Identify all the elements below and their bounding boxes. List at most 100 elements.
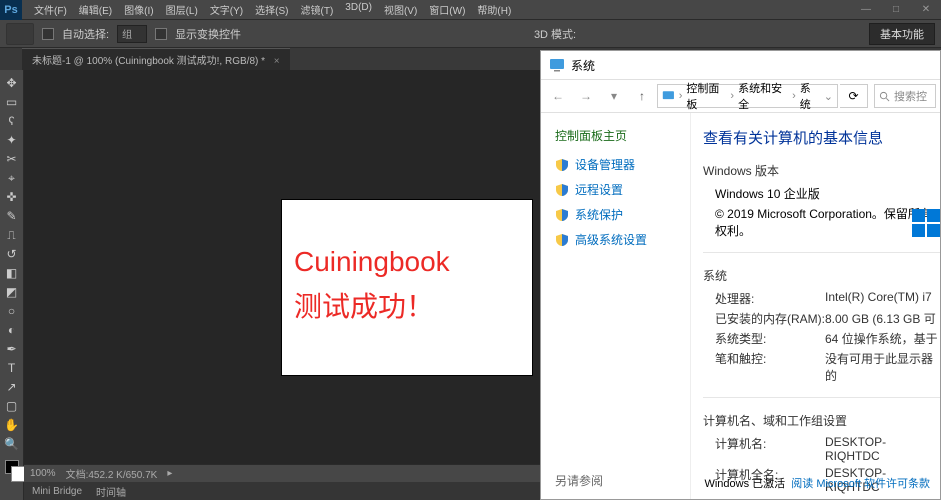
- copyright: © 2019 Microsoft Corporation。保留所有权利。: [715, 205, 940, 239]
- menu-edit[interactable]: 编辑(E): [73, 0, 118, 19]
- system-head: 系统: [703, 267, 940, 284]
- menu-filter[interactable]: 滤镜(T): [295, 0, 340, 19]
- ps-window-buttons: ― □ ✕: [851, 0, 941, 20]
- crop-tool[interactable]: ✂: [2, 150, 22, 168]
- lasso-tool[interactable]: ʕ: [2, 112, 22, 130]
- forward-button[interactable]: →: [573, 83, 599, 109]
- menu-select[interactable]: 选择(S): [249, 0, 294, 19]
- shield-icon: [555, 208, 569, 222]
- search-input[interactable]: 搜索控: [874, 84, 936, 108]
- system-toolbar: ← → ▾ ↑ › 控制面板 › 系统和安全 › 系统 ⌄ ⟳ 搜索控: [541, 79, 940, 113]
- sidebar-head[interactable]: 控制面板主页: [555, 127, 680, 144]
- up-button[interactable]: ↑: [629, 83, 655, 109]
- tab-timeline[interactable]: 时间轴: [96, 484, 126, 499]
- stamp-tool[interactable]: ⎍: [2, 226, 22, 244]
- ps-logo: Ps: [0, 0, 22, 20]
- ps-menubar: 文件(F) 编辑(E) 图像(I) 图层(L) 文字(Y) 选择(S) 滤镜(T…: [28, 0, 517, 19]
- autoselect-checkbox[interactable]: [42, 28, 54, 40]
- addr-system-icon: [662, 89, 675, 103]
- maximize-button[interactable]: □: [881, 0, 911, 20]
- eyedropper-tool[interactable]: ⌖: [2, 169, 22, 187]
- menu-window[interactable]: 窗口(W): [423, 0, 471, 19]
- system-body: 控制面板主页 设备管理器 远程设置 系统保护 高级系统设置 另请参阅 查看有关计…: [541, 113, 940, 499]
- see-also-label: 另请参阅: [555, 472, 603, 489]
- document-tab-label: 未标题-1 @ 100% (Cuiningbook 测试成功!, RGB/8) …: [32, 56, 265, 67]
- page-heading: 查看有关计算机的基本信息: [703, 127, 940, 148]
- autoselect-label: 自动选择:: [62, 26, 109, 42]
- sidebar-device-manager[interactable]: 设备管理器: [555, 156, 680, 173]
- system-sidebar: 控制面板主页 设备管理器 远程设置 系统保护 高级系统设置 另请参阅: [541, 113, 691, 499]
- zoom-level[interactable]: 100%: [30, 468, 56, 479]
- menu-file[interactable]: 文件(F): [28, 0, 73, 19]
- system-icon: [549, 57, 565, 73]
- type-tool[interactable]: T: [2, 359, 22, 377]
- search-placeholder: 搜索控: [894, 88, 927, 104]
- system-titlebar: 系统: [541, 51, 940, 79]
- brush-tool[interactable]: ✎: [2, 207, 22, 225]
- back-button[interactable]: ←: [545, 83, 571, 109]
- activation-status: Windows 已激活 阅读 Microsoft 软件许可条款: [704, 475, 930, 491]
- dodge-tool[interactable]: ◐: [2, 321, 22, 339]
- canvas-text-layer: Cuiningbook 测试成功！: [294, 240, 450, 330]
- windows-logo-icon: [912, 209, 940, 237]
- sidebar-remote-settings[interactable]: 远程设置: [555, 181, 680, 198]
- computername-head: 计算机名、域和工作组设置: [703, 412, 940, 429]
- document-canvas[interactable]: Cuiningbook 测试成功！: [282, 200, 532, 375]
- menu-3d[interactable]: 3D(D): [339, 0, 378, 19]
- section-edition: Windows 版本 Windows 10 企业版 © 2019 Microso…: [703, 162, 940, 253]
- workspace-switcher[interactable]: 基本功能: [869, 23, 935, 45]
- minimize-button[interactable]: ―: [851, 0, 881, 20]
- hand-tool[interactable]: ✋: [2, 416, 22, 434]
- menu-help[interactable]: 帮助(H): [471, 0, 517, 19]
- row-pen-touch: 笔和触控:没有可用于此显示器的: [715, 350, 940, 384]
- document-tab[interactable]: 未标题-1 @ 100% (Cuiningbook 测试成功!, RGB/8) …: [22, 48, 290, 70]
- show-transform-label: 显示变换控件: [175, 26, 241, 42]
- menu-view[interactable]: 视图(V): [378, 0, 423, 19]
- color-swatch[interactable]: [5, 460, 19, 474]
- mode3d-label: 3D 模式:: [534, 26, 576, 42]
- edition-name: Windows 10 企业版: [715, 185, 940, 202]
- show-transform-checkbox[interactable]: [155, 28, 167, 40]
- menu-layer[interactable]: 图层(L): [160, 0, 204, 19]
- license-terms-link[interactable]: 阅读 Microsoft 软件许可条款: [791, 478, 930, 490]
- shield-icon: [555, 158, 569, 172]
- eraser-tool[interactable]: ◧: [2, 264, 22, 282]
- ps-toolbox: ✥ ▭ ʕ ✦ ✂ ⌖ ✜ ✎ ⎍ ↺ ◧ ◩ ○ ◐ ✒ T ↗ ▢ ✋ 🔍: [0, 70, 24, 500]
- wand-tool[interactable]: ✦: [2, 131, 22, 149]
- breadcrumb-3[interactable]: 系统: [800, 80, 820, 112]
- breadcrumb-2[interactable]: 系统和安全: [738, 80, 788, 112]
- activation-text: Windows 已激活: [704, 478, 785, 490]
- zoom-tool[interactable]: 🔍: [2, 435, 22, 453]
- refresh-button[interactable]: ⟳: [840, 84, 868, 108]
- close-tab-icon[interactable]: ×: [274, 56, 280, 67]
- row-processor: 处理器:Intel(R) Core(TM) i7: [715, 290, 940, 307]
- sidebar-advanced-settings[interactable]: 高级系统设置: [555, 231, 680, 248]
- marquee-tool[interactable]: ▭: [2, 93, 22, 111]
- row-description: 计算机描述:: [715, 497, 940, 499]
- address-bar[interactable]: › 控制面板 › 系统和安全 › 系统 ⌄: [657, 84, 838, 108]
- autoselect-dropdown[interactable]: 组: [117, 25, 147, 43]
- system-content: 查看有关计算机的基本信息 Windows 版本 Windows 10 企业版 ©…: [691, 113, 940, 499]
- sidebar-system-protection[interactable]: 系统保护: [555, 206, 680, 223]
- heal-tool[interactable]: ✜: [2, 188, 22, 206]
- move-tool-icon[interactable]: [6, 23, 34, 45]
- tab-minibridge[interactable]: Mini Bridge: [32, 486, 82, 497]
- search-icon: [879, 91, 890, 102]
- status-arrow-icon[interactable]: ▸: [167, 468, 172, 479]
- pen-tool[interactable]: ✒: [2, 340, 22, 358]
- shield-icon: [555, 183, 569, 197]
- row-computer-name: 计算机名:DESKTOP-RIQHTDC: [715, 435, 940, 463]
- menu-type[interactable]: 文字(Y): [204, 0, 249, 19]
- path-tool[interactable]: ↗: [2, 378, 22, 396]
- gradient-tool[interactable]: ◩: [2, 283, 22, 301]
- move-tool[interactable]: ✥: [2, 74, 22, 92]
- blur-tool[interactable]: ○: [2, 302, 22, 320]
- shape-tool[interactable]: ▢: [2, 397, 22, 415]
- menu-image[interactable]: 图像(I): [118, 0, 159, 19]
- breadcrumb-1[interactable]: 控制面板: [686, 80, 726, 112]
- close-button[interactable]: ✕: [911, 0, 941, 20]
- recent-dropdown-icon[interactable]: ▾: [601, 83, 627, 109]
- history-brush-tool[interactable]: ↺: [2, 245, 22, 263]
- ps-titlebar: Ps 文件(F) 编辑(E) 图像(I) 图层(L) 文字(Y) 选择(S) 滤…: [0, 0, 941, 20]
- row-ram: 已安装的内存(RAM):8.00 GB (6.13 GB 可: [715, 310, 940, 327]
